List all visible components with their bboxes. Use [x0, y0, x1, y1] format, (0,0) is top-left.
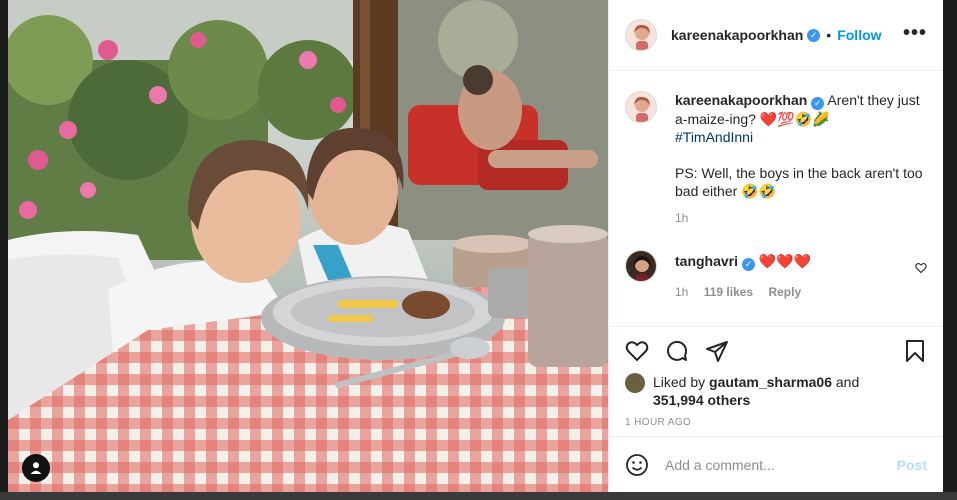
caption-author[interactable]: kareenakapoorkhan: [675, 92, 807, 108]
dot-separator: •: [826, 27, 832, 43]
share-icon[interactable]: [705, 339, 729, 363]
commenter-avatar[interactable]: [625, 250, 657, 282]
comment-heart-icon[interactable]: [915, 262, 927, 274]
emoji-icon[interactable]: [625, 453, 649, 477]
author-avatar[interactable]: [625, 19, 657, 51]
comment-author[interactable]: tanghavri: [675, 253, 738, 269]
avatar-face: [626, 251, 656, 281]
comment-icon[interactable]: [665, 339, 689, 363]
caption-author-avatar[interactable]: [625, 91, 657, 123]
caption-meta: 1h: [675, 209, 927, 227]
avatar-face: [626, 20, 656, 50]
likes-prefix: Liked by: [653, 374, 710, 390]
post-header: kareenakapoorkhan ✓ • Follow •••: [609, 0, 943, 71]
reply-button[interactable]: Reply: [768, 285, 801, 299]
more-icon[interactable]: •••: [903, 23, 927, 43]
caption-text: kareenakapoorkhan ✓ Aren't they just a-ma…: [675, 91, 927, 200]
likes-middle: and: [832, 374, 860, 390]
caption: kareenakapoorkhan ✓ Aren't they just a-ma…: [625, 91, 927, 227]
action-bar: [609, 327, 943, 373]
caption-emojis: ❤️💯🤣🌽: [759, 111, 830, 127]
comment-text: ❤️❤️❤️: [758, 253, 812, 269]
verified-icon: ✓: [807, 28, 821, 42]
avatar-face: [626, 92, 656, 122]
post-side-panel: kareenakapoorkhan ✓ • Follow ••• kareena…: [608, 0, 943, 492]
liker-avatar[interactable]: [625, 373, 645, 393]
comment-input[interactable]: Add a comment...: [665, 457, 897, 473]
comment-body: tanghavri ✓ ❤️❤️❤️ 1h 119 likes Reply: [675, 250, 890, 301]
post-timestamp[interactable]: 1 HOUR AGO: [609, 409, 943, 439]
photo-illustration: [8, 0, 608, 492]
follow-button[interactable]: Follow: [837, 27, 881, 43]
bookmark-icon[interactable]: [903, 339, 927, 363]
likes-text: Liked by gautam_sharma06 and 351,994 oth…: [653, 373, 859, 409]
comment-likes[interactable]: 119 likes: [704, 285, 753, 299]
caption-time[interactable]: 1h: [675, 211, 688, 225]
verified-icon: ✓: [742, 258, 756, 271]
heart-icon[interactable]: [625, 339, 649, 363]
caption-body: kareenakapoorkhan ✓ Aren't they just a-ma…: [675, 91, 927, 227]
comment-item: tanghavri ✓ ❤️❤️❤️ 1h 119 likes Reply: [625, 250, 927, 301]
hashtag-link[interactable]: #TimAndInni: [675, 129, 753, 145]
likes-summary: Liked by gautam_sharma06 and 351,994 oth…: [609, 373, 943, 409]
person-glyph: [30, 462, 42, 474]
verified-icon: ✓: [811, 97, 825, 110]
likes-count[interactable]: 351,994 others: [653, 392, 750, 408]
caption-ps: PS: Well, the boys in the back aren't to…: [675, 165, 923, 199]
author-username[interactable]: kareenakapoorkhan: [671, 27, 803, 43]
comment-time[interactable]: 1h: [675, 285, 688, 299]
comment-composer: Add a comment... Post: [609, 436, 943, 492]
liker-username[interactable]: gautam_sharma06: [709, 374, 832, 390]
bottom-strip: [0, 492, 957, 500]
post-photo[interactable]: [8, 0, 608, 492]
user-tag-icon[interactable]: [22, 454, 50, 482]
comment-meta: 1h 119 likes Reply: [675, 283, 890, 301]
post-button[interactable]: Post: [897, 457, 927, 473]
comments-section: kareenakapoorkhan ✓ Aren't they just a-ma…: [609, 71, 943, 327]
